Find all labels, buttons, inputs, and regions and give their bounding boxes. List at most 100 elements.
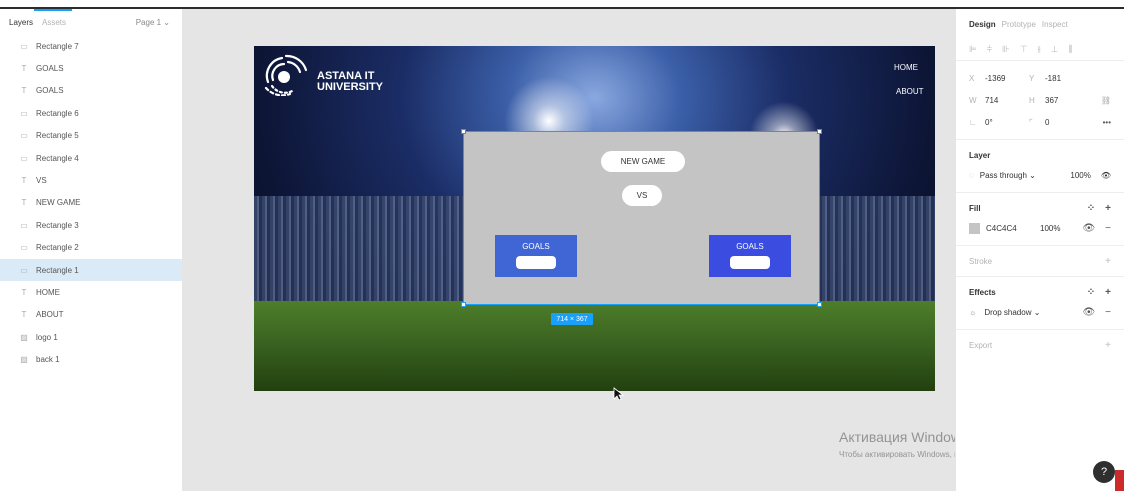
rect-icon: ▭ — [20, 41, 28, 51]
goals-box-right[interactable]: GOALS — [709, 235, 791, 277]
layer-row[interactable]: ▭ Rectangle 2 — [0, 237, 182, 259]
effect-settings-sun-icon[interactable]: ☼ — [969, 308, 976, 317]
university-logo-icon — [264, 54, 308, 97]
corner-radius-field[interactable]: 0 — [1045, 118, 1049, 127]
height-field[interactable]: 367 — [1045, 96, 1058, 105]
blend-mode-select[interactable]: Pass through ⌄ — [980, 171, 1036, 180]
align-center-v-icon[interactable]: ⫲ — [1038, 44, 1041, 55]
design-frame[interactable]: ASTANA IT UNIVERSITY HOME ABOUT NEW GAME… — [254, 46, 935, 391]
rect-icon: ▭ — [20, 153, 28, 163]
layer-row[interactable]: ▨ logo 1 — [0, 326, 182, 348]
layer-label: Rectangle 3 — [36, 220, 79, 230]
layer-row[interactable]: ▭ Rectangle 4 — [0, 147, 182, 169]
logo[interactable]: ASTANA IT UNIVERSITY — [260, 52, 395, 98]
distribute-icon[interactable]: ⫼ — [1068, 44, 1072, 55]
fill-visibility-eye-icon[interactable]: 👁 — [1082, 223, 1095, 234]
goals-input-left[interactable] — [516, 256, 556, 269]
layer-section-title: Layer — [969, 150, 991, 160]
layer-row[interactable]: ▭ Rectangle 1 — [0, 258, 182, 282]
layer-row[interactable]: T GOALS — [0, 80, 182, 102]
x-field[interactable]: -1369 — [985, 74, 1005, 83]
align-bottom-icon[interactable]: ⊥ — [1051, 44, 1059, 55]
visibility-eye-icon[interactable]: 👁 — [1101, 171, 1111, 180]
layer-row[interactable]: ▭ Rectangle 5 — [0, 125, 182, 147]
tab-prototype[interactable]: Prototype — [1002, 20, 1036, 29]
effect-type-select[interactable]: Drop shadow ⌄ — [984, 308, 1040, 317]
layer-row[interactable]: T HOME — [0, 281, 182, 303]
rotation-field[interactable]: 0° — [985, 118, 993, 127]
goals-box-left[interactable]: GOALS — [495, 235, 577, 277]
layer-row[interactable]: T GOALS — [0, 57, 182, 79]
help-button[interactable]: ? — [1093, 461, 1115, 483]
text-icon: T — [21, 176, 27, 186]
remove-fill-icon[interactable]: − — [1105, 223, 1111, 234]
stadium-pitch — [254, 301, 935, 391]
resize-handle-top-right[interactable] — [817, 129, 822, 134]
layer-label: Rectangle 5 — [36, 131, 79, 141]
layer-label: Rectangle 2 — [36, 243, 79, 253]
text-icon: T — [21, 64, 27, 74]
resize-handle-top-left[interactable] — [461, 129, 466, 134]
stroke-section: Stroke + — [956, 246, 1124, 277]
layer-row[interactable]: ▨ back 1 — [0, 348, 182, 370]
layer-label: Rectangle 4 — [36, 153, 79, 163]
active-tab-indicator — [34, 9, 72, 11]
rotation-icon: ∟ — [969, 117, 977, 127]
width-field[interactable]: 714 — [985, 96, 998, 105]
resize-handle-bottom-left[interactable] — [461, 302, 466, 307]
fill-color-swatch[interactable] — [969, 222, 980, 234]
add-effect-icon[interactable]: + — [1105, 287, 1111, 298]
layer-row[interactable]: ▭ Rectangle 3 — [0, 214, 182, 236]
y-field[interactable]: -181 — [1045, 74, 1061, 83]
tab-assets[interactable]: Assets — [42, 18, 66, 27]
add-stroke-icon[interactable]: + — [1105, 256, 1111, 267]
layer-opacity-field[interactable]: 100% — [1070, 171, 1090, 180]
goals-input-right[interactable] — [730, 256, 770, 269]
more-options-icon[interactable]: ••• — [1103, 118, 1111, 127]
add-export-icon[interactable]: + — [1105, 340, 1111, 351]
transform-section: X -1369 Y -181 W 714 H 367 ⛓ ∟ 0° ⌜ 0 ••• — [956, 61, 1124, 140]
selection-size-text: 714 × 367 — [556, 315, 588, 323]
align-top-icon[interactable]: ⊤ — [1020, 44, 1028, 55]
logo-text: ASTANA IT UNIVERSITY — [317, 71, 383, 93]
fill-hex-field[interactable]: C4C4C4 — [986, 224, 1040, 233]
add-fill-icon[interactable]: + — [1105, 203, 1111, 214]
layer-row[interactable]: T VS — [0, 169, 182, 191]
effect-styles-grid-icon[interactable]: ⁘ — [1087, 287, 1095, 298]
tab-design[interactable]: Design — [969, 20, 996, 29]
layer-label: GOALS — [36, 86, 64, 96]
layer-row[interactable]: ▭ Rectangle 6 — [0, 102, 182, 124]
layer-label: ABOUT — [36, 310, 64, 320]
tab-inspect[interactable]: Inspect — [1042, 20, 1068, 29]
nav-home-link[interactable]: HOME — [894, 63, 918, 72]
new-game-button[interactable]: NEW GAME — [601, 151, 685, 172]
resize-handle-bottom-right[interactable] — [817, 302, 822, 307]
remove-effect-icon[interactable]: − — [1105, 307, 1111, 318]
selection-size-badge: 714 × 367 — [551, 313, 593, 325]
align-center-h-icon[interactable]: ⫩ — [987, 44, 992, 55]
y-label: Y — [1029, 73, 1035, 83]
rect-icon: ▭ — [20, 220, 28, 230]
image-icon: ▨ — [20, 355, 28, 365]
align-left-icon[interactable]: ⊫ — [969, 44, 977, 55]
align-right-icon[interactable]: ⊪ — [1002, 44, 1010, 55]
layer-section: Layer ◌ Pass through ⌄ 100% 👁 — [956, 140, 1124, 193]
layer-row[interactable]: T NEW GAME — [0, 192, 182, 214]
rect-icon: ▭ — [20, 131, 28, 141]
top-bar — [0, 0, 1124, 9]
nav-about-link[interactable]: ABOUT — [896, 87, 924, 96]
layer-row[interactable]: ▭ Rectangle 7 — [0, 35, 182, 57]
page-selector[interactable]: Page 1 ⌄ — [136, 18, 170, 27]
constrain-proportions-icon[interactable]: ⛓ — [1101, 96, 1111, 105]
layer-label: Rectangle 6 — [36, 108, 79, 118]
layer-row[interactable]: T ABOUT — [0, 304, 182, 326]
rect-icon: ▭ — [20, 265, 28, 275]
rectangle-1-selected[interactable]: NEW GAME VS GOALS GOALS — [461, 129, 822, 307]
fill-opacity-field[interactable]: 100% — [1040, 224, 1060, 233]
text-icon: T — [21, 86, 27, 96]
tab-layers[interactable]: Layers — [9, 18, 33, 27]
layer-label: VS — [36, 176, 47, 186]
canvas[interactable]: ASTANA IT UNIVERSITY HOME ABOUT NEW GAME… — [183, 9, 1081, 491]
styles-grid-icon[interactable]: ⁘ — [1087, 203, 1095, 214]
effect-visibility-eye-icon[interactable]: 👁 — [1082, 307, 1095, 318]
